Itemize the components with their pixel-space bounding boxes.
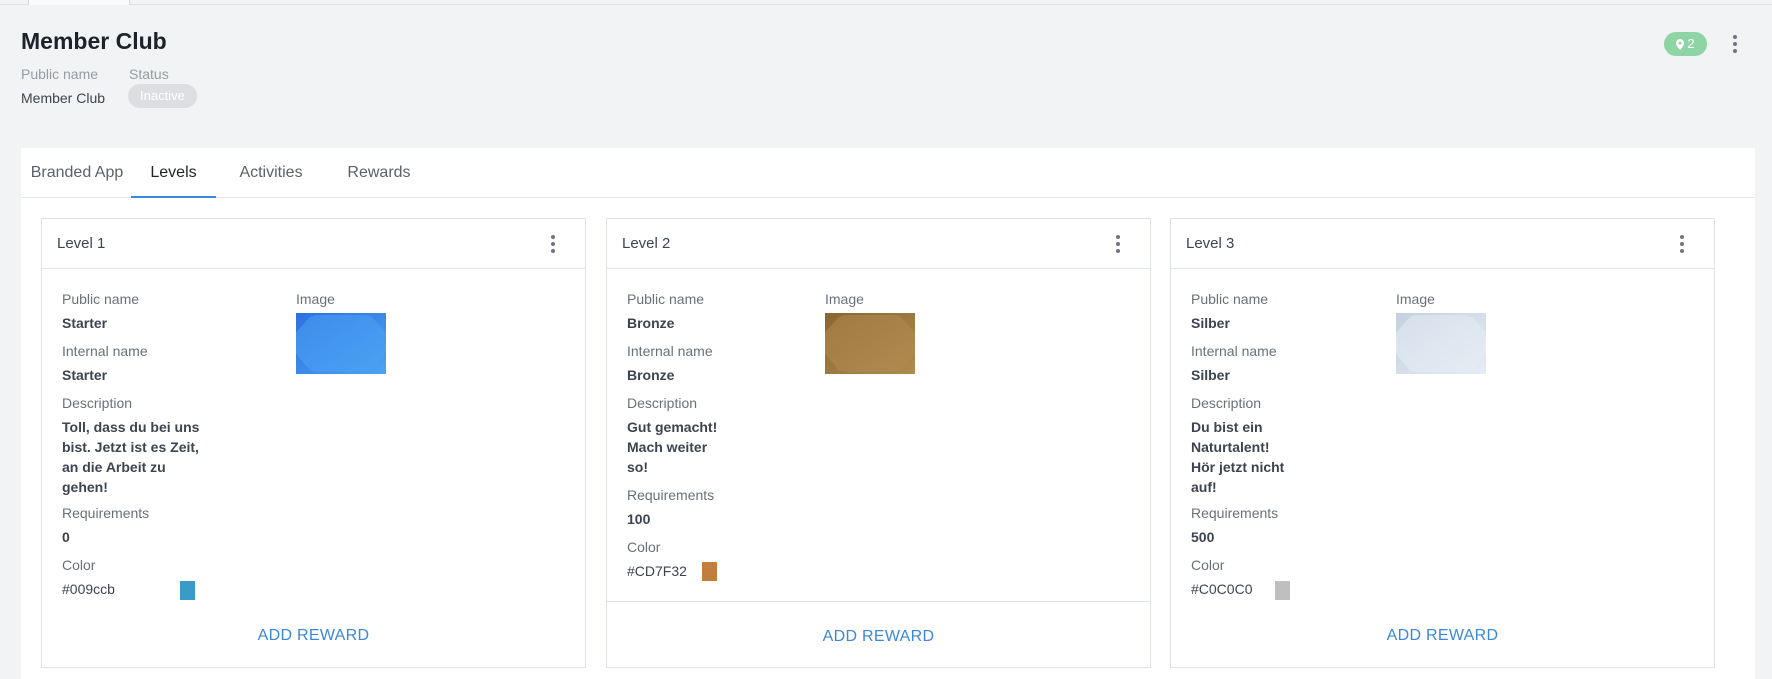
- tab-activities[interactable]: Activities: [231, 148, 311, 198]
- public-name-label: Public name: [627, 291, 705, 307]
- description-value: Du bist ein Naturtalent! Hör jetzt nicht…: [1191, 419, 1285, 495]
- color-label: Color: [627, 539, 661, 555]
- tab-rewards[interactable]: Rewards: [339, 148, 419, 198]
- level-image: [825, 313, 915, 374]
- status-badge: Inactive: [128, 84, 197, 108]
- level-more-menu-icon[interactable]: [545, 233, 561, 257]
- tab-bar: Branded App Levels Activities Rewards: [21, 148, 1755, 198]
- color-code: #C0C0C0: [1191, 581, 1253, 597]
- tab-levels[interactable]: Levels: [131, 148, 216, 198]
- level-card-1: Level 1 Public name Starter Internal nam…: [41, 218, 586, 668]
- requirements-value: 500: [1191, 529, 1215, 545]
- public-name-value: Member Club: [21, 90, 106, 106]
- top-tab-stub[interactable]: [28, 0, 130, 5]
- color-swatch: [1275, 581, 1290, 600]
- public-name-value: Bronze: [627, 315, 675, 331]
- requirements-value: 0: [62, 529, 70, 545]
- content-panel: Branded App Levels Activities Rewards Le…: [21, 148, 1755, 679]
- public-name-value: Silber: [1191, 315, 1230, 331]
- requirements-value: 100: [627, 511, 651, 527]
- page-title: Member Club: [21, 28, 167, 54]
- add-reward-button[interactable]: ADD REWARD: [1171, 627, 1714, 645]
- image-label: Image: [1396, 291, 1435, 307]
- color-code: #009ccb: [62, 581, 115, 597]
- level-title: Level 1: [57, 235, 106, 252]
- public-name-label: Public name: [1191, 291, 1269, 307]
- color-label: Color: [1191, 557, 1225, 573]
- color-swatch: [180, 581, 195, 600]
- level-card-2: Level 2 Public name Bronze Internal name…: [606, 218, 1151, 668]
- page-more-menu-icon[interactable]: [1727, 33, 1743, 57]
- level-card-header: Level 1: [42, 219, 585, 269]
- description-label: Description: [62, 395, 133, 411]
- requirements-label: Requirements: [62, 505, 150, 521]
- requirements-label: Requirements: [627, 487, 715, 503]
- image-label: Image: [296, 291, 335, 307]
- location-badge[interactable]: 2: [1664, 32, 1707, 56]
- image-label: Image: [825, 291, 864, 307]
- level-title: Level 3: [1186, 235, 1235, 252]
- level-card-header: Level 2: [607, 219, 1150, 269]
- description-value: Toll, dass du bei uns bist. Jetzt ist es…: [62, 419, 200, 495]
- internal-name-value: Bronze: [627, 367, 675, 383]
- add-reward-button[interactable]: ADD REWARD: [607, 628, 1150, 646]
- description-label: Description: [1191, 395, 1262, 411]
- level-title: Level 2: [622, 235, 671, 252]
- tab-branded-app[interactable]: Branded App: [27, 148, 127, 198]
- map-pin-icon: [1676, 39, 1685, 50]
- internal-name-value: Silber: [1191, 367, 1230, 383]
- description-value: Gut gemacht! Mach weiter so!: [627, 419, 718, 475]
- public-name-value: Starter: [62, 315, 108, 331]
- internal-name-label: Internal name: [1191, 343, 1277, 359]
- color-swatch: [702, 562, 717, 581]
- public-name-label: Public name: [21, 66, 99, 82]
- level-card-footer: ADD REWARD: [1171, 601, 1714, 667]
- requirements-label: Requirements: [1191, 505, 1279, 521]
- top-tab-strip: [0, 0, 1772, 5]
- internal-name-label: Internal name: [62, 343, 148, 359]
- add-reward-button[interactable]: ADD REWARD: [42, 627, 585, 645]
- internal-name-label: Internal name: [627, 343, 713, 359]
- location-count: 2: [1687, 36, 1695, 51]
- level-image: [296, 313, 386, 374]
- level-more-menu-icon[interactable]: [1110, 233, 1126, 257]
- internal-name-value: Starter: [62, 367, 108, 383]
- level-card-footer: ADD REWARD: [607, 601, 1150, 667]
- color-label: Color: [62, 557, 96, 573]
- level-card-header: Level 3: [1171, 219, 1714, 269]
- level-card-3: Level 3 Public name Silber Internal name…: [1170, 218, 1715, 668]
- level-card-footer: ADD REWARD: [42, 601, 585, 667]
- status-label: Status: [129, 66, 169, 82]
- public-name-label: Public name: [62, 291, 140, 307]
- color-code: #CD7F32: [627, 563, 687, 579]
- description-label: Description: [627, 395, 698, 411]
- level-image: [1396, 313, 1486, 374]
- level-more-menu-icon[interactable]: [1674, 233, 1690, 257]
